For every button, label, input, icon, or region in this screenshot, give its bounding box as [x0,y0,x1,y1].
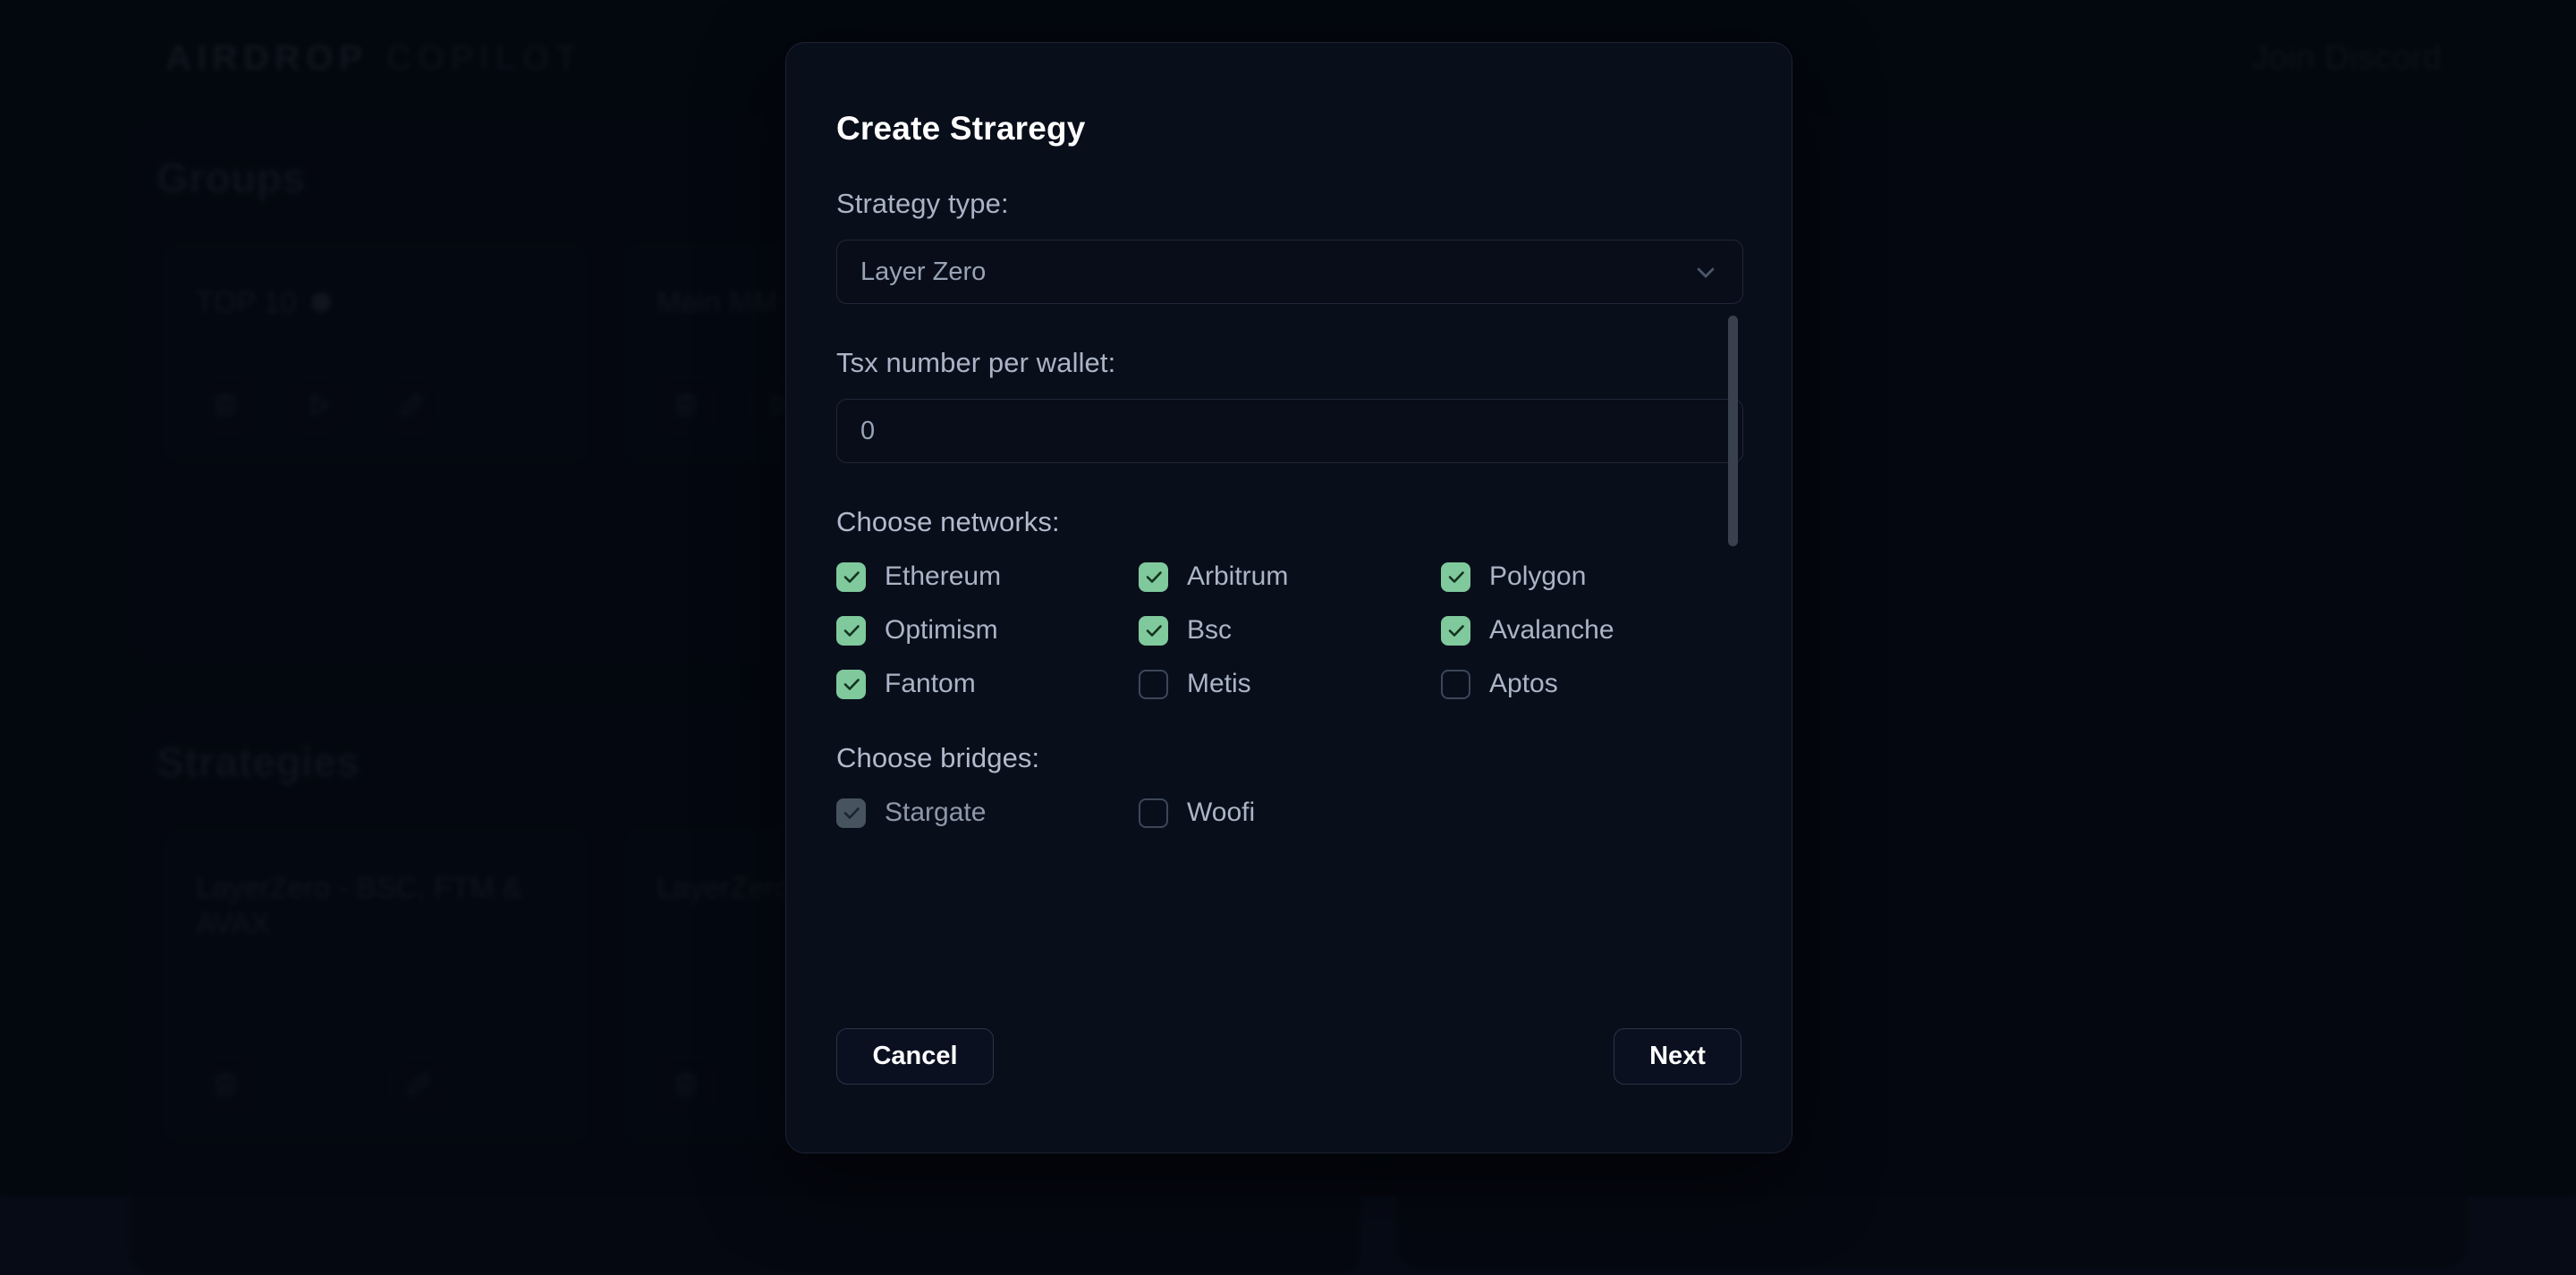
network-checkbox-polygon[interactable]: Polygon [1441,562,1743,592]
checkbox-icon [836,798,866,828]
network-checkbox-label: Polygon [1489,562,1586,592]
check-icon [841,620,862,641]
checkbox-icon[interactable] [1139,670,1168,699]
chevron-down-icon [1692,258,1719,285]
dialog-footer: Cancel Next [786,996,1792,1153]
network-checkbox-label: Avalanche [1489,615,1614,646]
bridge-checkbox-stargate: Stargate [836,798,1139,828]
checkbox-icon[interactable] [1139,798,1168,828]
network-checkbox-optimism[interactable]: Optimism [836,615,1139,646]
check-icon [1445,620,1467,641]
network-checkbox-ethereum[interactable]: Ethereum [836,562,1139,592]
network-checkbox-label: Bsc [1187,615,1232,646]
tsx-number-input[interactable] [836,399,1743,463]
checkbox-icon[interactable] [1441,562,1470,592]
tsx-number-label: Tsx number per wallet: [836,347,1741,379]
strategy-type-select[interactable]: Layer Zero [836,240,1743,304]
choose-networks-heading: Choose networks: [836,506,1741,538]
networks-checkbox-grid: Ethereum Arbitrum Polygon Optimism Bsc Avalan… [836,562,1741,699]
checkbox-icon[interactable] [836,670,866,699]
checkbox-icon[interactable] [836,562,866,592]
check-icon [1143,566,1165,587]
dialog-body: Strategy type: Layer Zero Tsx number per… [786,188,1792,996]
network-checkbox-label: Arbitrum [1187,562,1288,592]
strategy-type-label: Strategy type: [836,188,1741,220]
cancel-button[interactable]: Cancel [836,1028,994,1085]
check-icon [841,673,862,695]
checkbox-icon[interactable] [1441,670,1470,699]
check-icon [1445,566,1467,587]
network-checkbox-label: Aptos [1489,669,1558,699]
network-checkbox-label: Ethereum [885,562,1001,592]
network-checkbox-metis[interactable]: Metis [1139,669,1441,699]
choose-bridges-heading: Choose bridges: [836,742,1741,774]
bridge-checkbox-label: Stargate [885,798,986,828]
create-strategy-dialog: Create Straregy Strategy type: Layer Zer… [785,42,1792,1153]
strategy-type-value: Layer Zero [860,258,986,287]
network-checkbox-aptos[interactable]: Aptos [1441,669,1743,699]
network-checkbox-arbitrum[interactable]: Arbitrum [1139,562,1441,592]
bridges-checkbox-grid: Stargate Woofi [836,798,1741,828]
scrollbar-thumb[interactable] [1728,316,1738,546]
check-icon [841,802,862,823]
network-checkbox-label: Metis [1187,669,1251,699]
checkbox-icon[interactable] [1139,562,1168,592]
network-checkbox-label: Optimism [885,615,998,646]
network-checkbox-label: Fantom [885,669,976,699]
next-button[interactable]: Next [1614,1028,1741,1085]
network-checkbox-fantom[interactable]: Fantom [836,669,1139,699]
network-checkbox-avalanche[interactable]: Avalanche [1441,615,1743,646]
check-icon [1143,620,1165,641]
network-checkbox-bsc[interactable]: Bsc [1139,615,1441,646]
checkbox-icon[interactable] [1441,616,1470,646]
bridge-checkbox-woofi[interactable]: Woofi [1139,798,1441,828]
check-icon [841,566,862,587]
bridge-checkbox-label: Woofi [1187,798,1255,828]
dialog-title: Create Straregy [786,43,1792,148]
checkbox-icon[interactable] [836,616,866,646]
checkbox-icon[interactable] [1139,616,1168,646]
